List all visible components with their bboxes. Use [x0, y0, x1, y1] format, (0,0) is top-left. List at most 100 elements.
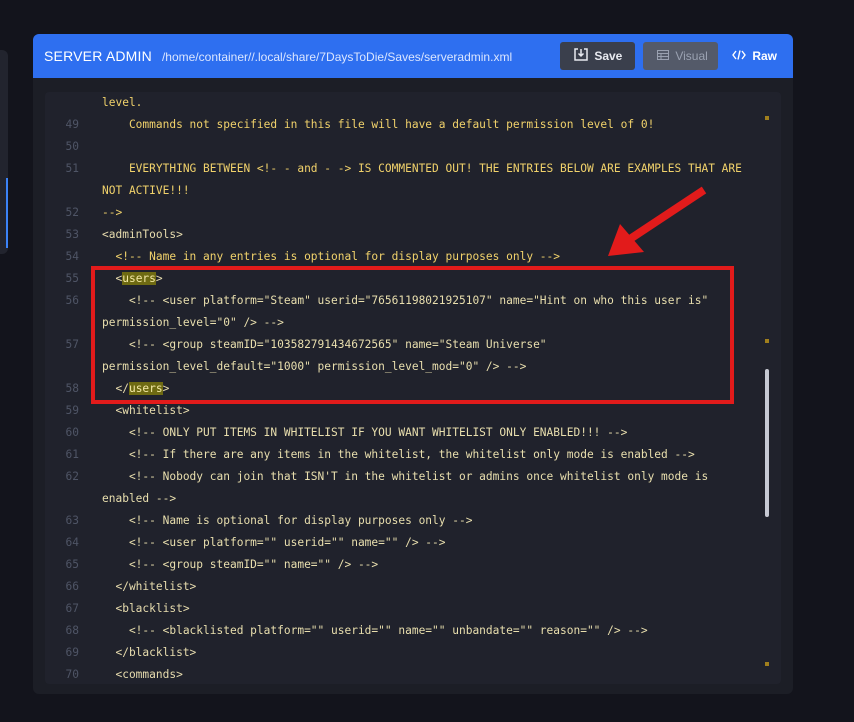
save-download-icon: [574, 48, 589, 64]
code-token: >: [162, 382, 170, 395]
line-code: <!-- ONLY PUT ITEMS IN WHITELIST IF YOU …: [102, 426, 628, 439]
line-code: <!-- If there are any items in the white…: [102, 448, 695, 461]
line-code: <blacklist>: [102, 602, 190, 615]
line-number: 67: [65, 602, 79, 615]
raw-mode-button[interactable]: Raw: [726, 42, 783, 70]
visual-mode-button[interactable]: Visual: [643, 42, 719, 70]
side-panel-active-indicator: [6, 178, 8, 248]
line-number: 55: [65, 272, 79, 285]
line-number: 49: [65, 118, 79, 131]
code-line: 57 <!-- <group steamID="1035827914346725…: [45, 334, 781, 356]
line-code: </users>: [102, 378, 169, 400]
editor-header: SERVER ADMIN /home/container//.local/sha…: [33, 34, 793, 78]
line-number: 57: [65, 338, 79, 351]
code-line: NOT ACTIVE!!!: [45, 180, 781, 202]
code-line: 69 </blacklist>: [45, 642, 781, 664]
code-line: level.: [45, 92, 781, 114]
file-editor-window: SERVER ADMIN /home/container//.local/sha…: [33, 34, 793, 694]
line-number: 65: [65, 558, 79, 571]
line-code: permission_level_default="1000" permissi…: [102, 360, 527, 373]
line-code: <!-- Name in any entries is optional for…: [102, 250, 561, 263]
code-line: 56 <!-- <user platform="Steam" userid="7…: [45, 290, 781, 312]
line-code: <commands>: [102, 668, 183, 681]
search-match-highlight: users: [128, 382, 163, 395]
line-code: <!-- <group steamID="103582791434672565"…: [102, 338, 547, 351]
editor-scrollbar[interactable]: [765, 92, 769, 684]
line-number: 53: [65, 228, 79, 241]
line-number: 64: [65, 536, 79, 549]
code-line: permission_level_default="1000" permissi…: [45, 356, 781, 378]
code-editor[interactable]: 70 <commands> 69 </blacklist> 68 <!-- <bla…: [45, 92, 781, 684]
side-panel: [0, 50, 8, 254]
line-number: 62: [65, 470, 79, 483]
raw-button-label: Raw: [752, 49, 777, 63]
code-line: 67 <blacklist>: [45, 598, 781, 620]
line-code: NOT ACTIVE!!!: [102, 184, 190, 197]
header-actions: Save Visual Raw: [560, 41, 783, 71]
code-line: 63 <!-- Name is optional for display pur…: [45, 510, 781, 532]
code-token: >: [155, 272, 163, 285]
code-line: 49 Commands not specified in this file w…: [45, 114, 781, 136]
scrollbar-thumb[interactable]: [765, 369, 769, 517]
code-line: 53 <adminTools>: [45, 224, 781, 246]
line-code: permission_level="0" /> -->: [102, 316, 284, 329]
code-line: 64 <!-- <user platform="" userid="" name…: [45, 532, 781, 554]
scroll-marker: [765, 116, 769, 120]
code-token: <: [102, 272, 123, 285]
line-code: EVERYTHING BETWEEN <!- - and - -> IS COM…: [102, 162, 742, 175]
line-code: <!-- <blacklisted platform="" userid="" …: [102, 624, 648, 637]
line-code: <!-- <group steamID="" name="" /> -->: [102, 558, 379, 571]
code-line: 70 <commands>: [45, 664, 781, 684]
line-number: 60: [65, 426, 79, 439]
line-number: 50: [65, 140, 79, 153]
code-line: 58 </users>: [45, 378, 781, 400]
line-number: 58: [65, 382, 79, 395]
scroll-marker: [765, 662, 769, 666]
code-icon: [732, 49, 747, 63]
save-button-label: Save: [594, 49, 623, 63]
line-code: <!-- <user platform="" userid="" name=""…: [102, 536, 446, 549]
line-code: level.: [102, 96, 143, 109]
search-match-highlight: users: [122, 272, 156, 285]
line-code: <!-- Name is optional for display purpos…: [102, 514, 473, 527]
line-code: -->: [102, 206, 123, 219]
line-number: 51: [65, 162, 79, 175]
line-number: 69: [65, 646, 79, 659]
code-line: permission_level="0" /> -->: [45, 312, 781, 334]
code-line: 62 <!-- Nobody can join that ISN'T in th…: [45, 466, 781, 488]
code-line: 65 <!-- <group steamID="" name="" /> -->: [45, 554, 781, 576]
code-line: 52 -->: [45, 202, 781, 224]
header-title: SERVER ADMIN: [44, 48, 152, 64]
line-number: 59: [65, 404, 79, 417]
line-code: <!-- Nobody can join that ISN'T in the w…: [102, 470, 709, 483]
code-line: 54 <!-- Name in any entries is optional …: [45, 246, 781, 268]
line-code: <whitelist>: [102, 404, 190, 417]
file-path: /home/container//.local/share/7DaysToDie…: [161, 50, 513, 64]
code-token: </: [102, 382, 129, 395]
code-line: 59 <whitelist>: [45, 400, 781, 422]
visual-button-label: Visual: [675, 49, 708, 63]
code-line: 66 </whitelist>: [45, 576, 781, 598]
code-line: 61 <!-- If there are any items in the wh…: [45, 444, 781, 466]
code-line: 50: [45, 136, 781, 158]
code-line: 51 EVERYTHING BETWEEN <!- - and - -> IS …: [45, 158, 781, 180]
code-line: 55 <users>: [45, 268, 781, 290]
code-line: enabled -->: [45, 488, 781, 510]
line-code: Commands not specified in this file will…: [102, 118, 655, 131]
line-number: 52: [65, 206, 79, 219]
line-number: 61: [65, 448, 79, 461]
code-line: 68 <!-- <blacklisted platform="" userid=…: [45, 620, 781, 642]
scroll-marker: [765, 339, 769, 343]
line-number: 56: [65, 294, 79, 307]
line-code: enabled -->: [102, 492, 177, 505]
line-code: </blacklist>: [102, 646, 197, 659]
line-number: 68: [65, 624, 79, 637]
line-number: 54: [65, 250, 79, 263]
table-icon: [657, 49, 670, 63]
line-number: 63: [65, 514, 79, 527]
save-button[interactable]: Save: [560, 42, 636, 70]
line-code: <users>: [102, 268, 163, 290]
line-number: 66: [65, 580, 79, 593]
line-code: <!-- <user platform="Steam" userid="7656…: [102, 294, 709, 307]
code-line: 60 <!-- ONLY PUT ITEMS IN WHITELIST IF Y…: [45, 422, 781, 444]
